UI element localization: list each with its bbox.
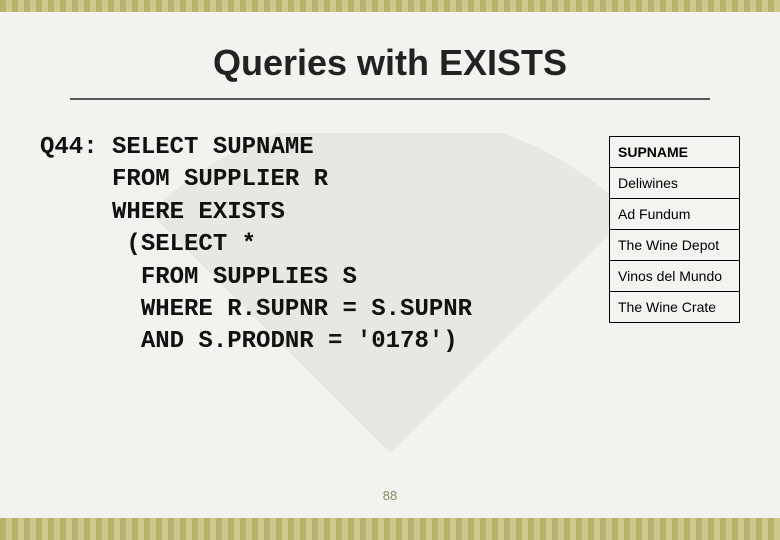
page-number: 88: [0, 488, 780, 503]
code-line: Q44: SELECT SUPNAME: [40, 134, 314, 161]
table-row: The Wine Crate: [610, 292, 740, 323]
slide-content: Queries with EXISTS Q44: SELECT SUPNAME …: [0, 12, 780, 359]
code-line: (SELECT *: [40, 231, 256, 258]
table-header-cell: SUPNAME: [610, 137, 740, 168]
slide-title: Queries with EXISTS: [70, 42, 710, 100]
table-cell: The Wine Crate: [610, 292, 740, 323]
code-line: FROM SUPPLIER R: [40, 166, 328, 193]
table-row: The Wine Depot: [610, 230, 740, 261]
code-line: WHERE R.SUPNR = S.SUPNR: [40, 296, 472, 323]
table-cell: The Wine Depot: [610, 230, 740, 261]
table-cell: Ad Fundum: [610, 199, 740, 230]
table-cell: Deliwines: [610, 168, 740, 199]
table-row: Ad Fundum: [610, 199, 740, 230]
bottom-decoration-bar: [0, 518, 780, 540]
result-table: SUPNAME Deliwines Ad Fundum The Wine Dep…: [609, 136, 740, 323]
code-line: FROM SUPPLIES S: [40, 264, 357, 291]
code-line: AND S.PRODNR = '0178'): [40, 328, 458, 355]
content-row: Q44: SELECT SUPNAME FROM SUPPLIER R WHER…: [30, 132, 750, 359]
table-header-row: SUPNAME: [610, 137, 740, 168]
sql-code-block: Q44: SELECT SUPNAME FROM SUPPLIER R WHER…: [40, 132, 591, 359]
table-row: Deliwines: [610, 168, 740, 199]
table-row: Vinos del Mundo: [610, 261, 740, 292]
table-cell: Vinos del Mundo: [610, 261, 740, 292]
code-line: WHERE EXISTS: [40, 199, 285, 226]
top-decoration-bar: [0, 0, 780, 12]
